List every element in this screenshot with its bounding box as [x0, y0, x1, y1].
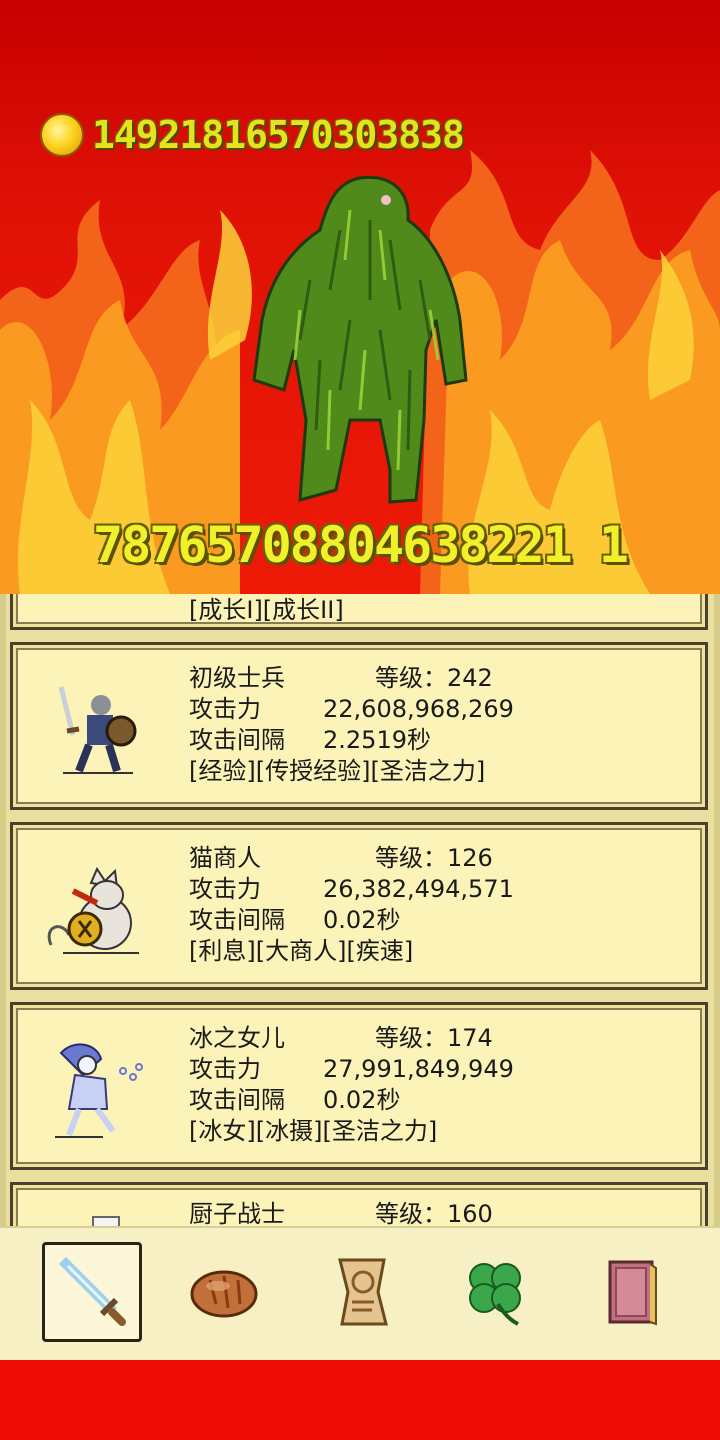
hero-name: 初级士兵 — [189, 664, 285, 692]
interval-label: 攻击间隔 — [189, 1086, 285, 1114]
nav-food-button[interactable] — [174, 1242, 274, 1342]
chef-warrior-icon — [92, 1216, 120, 1226]
attack-value: 22,608,968,269 — [323, 695, 514, 723]
hero-level: 等级：174 — [375, 1024, 493, 1052]
attack-label: 攻击力 — [189, 875, 261, 903]
scroll-icon — [338, 1258, 388, 1326]
hero-tags: [成长I][成长II] — [189, 596, 344, 624]
hero-name: 猫商人 — [189, 844, 261, 872]
bread-icon — [190, 1270, 258, 1318]
hero-card[interactable]: 猫商人 等级：126 攻击力 26,382,494,571 攻击间隔 0.02秒 [利… — [10, 822, 708, 990]
hero-tags: [经验][传授经验][圣洁之力] — [189, 757, 486, 785]
game-screen: 14921816570303838 78765708804638221 1 [成… — [0, 0, 720, 1440]
hero-list[interactable]: [成长I][成长II] 初级士兵 等级：242 攻击力 22,608,968,269… — [0, 594, 720, 1226]
hero-name: 厨子战士 — [189, 1200, 285, 1226]
soldier-icon — [58, 686, 137, 774]
moss-golem-monster[interactable] — [240, 170, 480, 510]
hero-tags: [冰女][冰摄][圣洁之力] — [189, 1117, 438, 1145]
attack-value: 26,382,494,571 — [323, 875, 514, 903]
sword-icon — [58, 1256, 126, 1326]
hero-card[interactable]: [成长I][成长II] — [10, 594, 708, 630]
bottom-nav — [0, 1226, 720, 1360]
gold-counter: 14921816570303838 — [40, 112, 465, 158]
gold-coin-icon — [40, 113, 84, 157]
boss-hp-counter: 78765708804638221 1 — [93, 516, 629, 574]
hero-card[interactable]: 冰之女儿 等级：174 攻击力 27,991,849,949 攻击间隔 0.02秒 [… — [10, 1002, 708, 1170]
hero-level: 等级：242 — [375, 664, 493, 692]
hero-name: 冰之女儿 — [189, 1024, 285, 1052]
interval-value: 0.02秒 — [323, 1086, 401, 1114]
nav-scroll-button[interactable] — [310, 1242, 410, 1342]
bottom-background — [0, 1360, 720, 1440]
hero-level: 等级：160 — [375, 1200, 493, 1226]
interval-label: 攻击间隔 — [189, 726, 285, 754]
hero-tags: [利息][大商人][疾速] — [189, 937, 414, 965]
nav-luck-button[interactable] — [444, 1242, 544, 1342]
hero-card[interactable]: 初级士兵 等级：242 攻击力 22,608,968,269 攻击间隔 2.2519秒… — [10, 642, 708, 810]
battle-scene[interactable]: 14921816570303838 78765708804638221 1 — [0, 0, 720, 594]
nav-book-button[interactable] — [580, 1242, 680, 1342]
attack-label: 攻击力 — [189, 1055, 261, 1083]
hero-card[interactable]: 厨子战士 等级：160 — [10, 1182, 708, 1226]
book-icon — [608, 1260, 657, 1326]
hero-level: 等级：126 — [375, 844, 493, 872]
ice-daughter-icon — [55, 1043, 143, 1138]
attack-value: 27,991,849,949 — [323, 1055, 514, 1083]
interval-value: 2.2519秒 — [323, 726, 431, 754]
attack-label: 攻击力 — [189, 695, 261, 723]
nav-heroes-button[interactable] — [42, 1242, 142, 1342]
interval-label: 攻击间隔 — [189, 906, 285, 934]
gold-amount: 14921816570303838 — [92, 113, 465, 157]
cat-merchant-icon — [47, 866, 139, 954]
interval-value: 0.02秒 — [323, 906, 401, 934]
clover-icon — [469, 1263, 521, 1326]
